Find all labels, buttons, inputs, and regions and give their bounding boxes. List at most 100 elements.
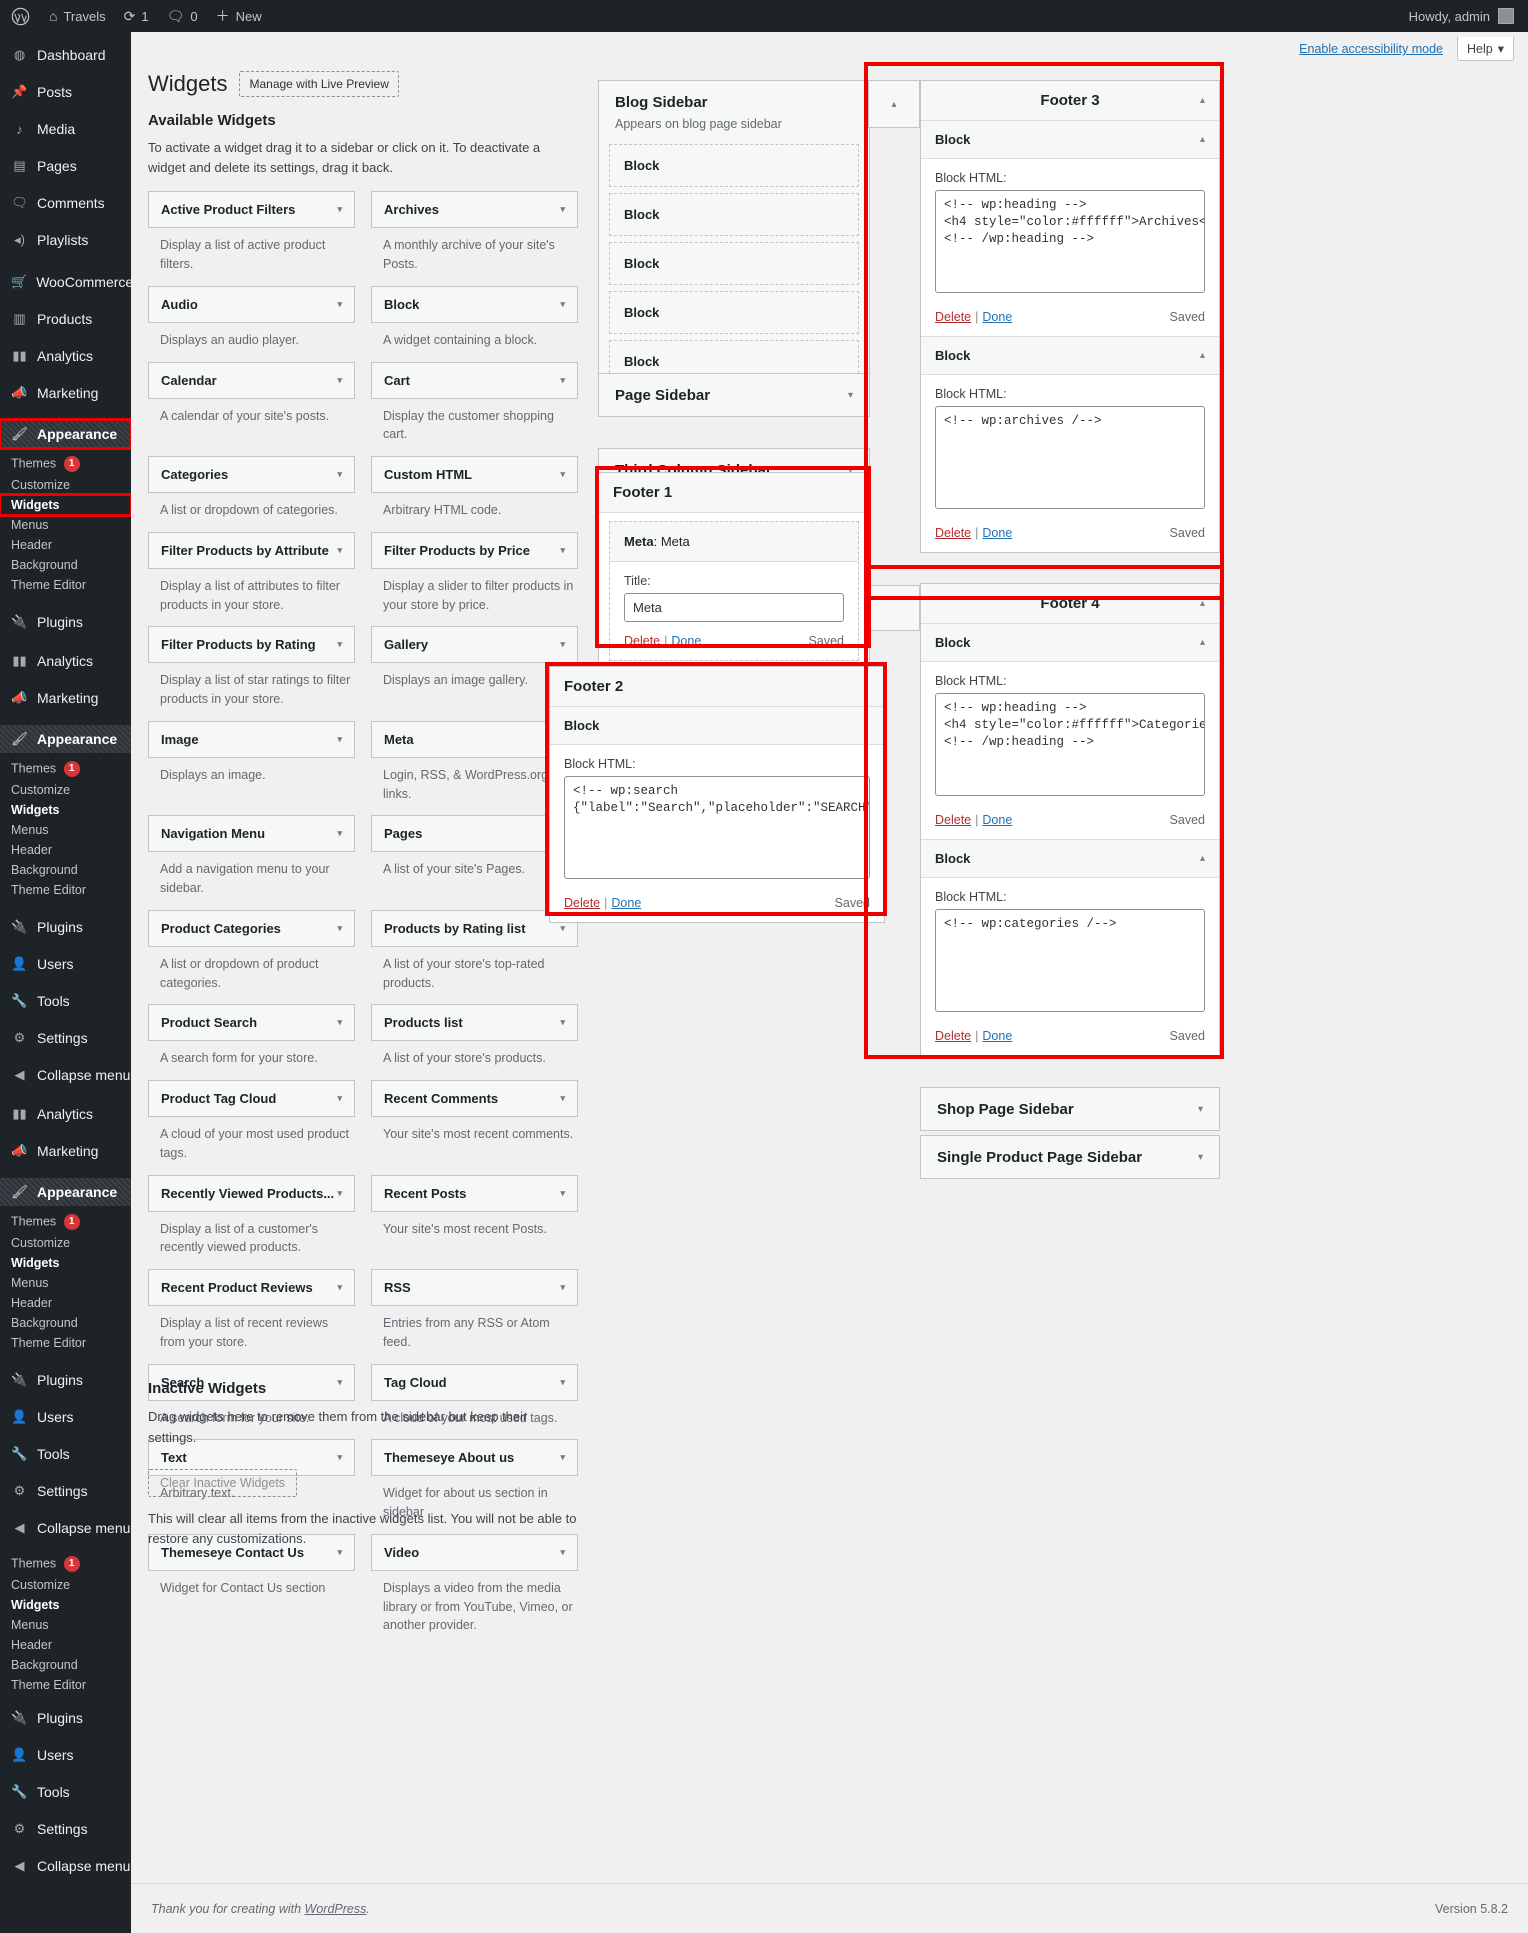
block-html-textarea[interactable] <box>935 693 1205 796</box>
sidebar-item-background-2[interactable]: Background <box>0 860 131 880</box>
available-widget-header[interactable]: Block ▾ <box>371 285 578 323</box>
sidebar-item-menus-4[interactable]: Menus <box>0 1615 131 1635</box>
sidebar-item-comments[interactable]: 🗨 Comments <box>0 189 131 217</box>
footer4-title-bar[interactable]: Footer 4 ▴ <box>921 584 1219 624</box>
sidebar-panel-footer-3[interactable]: Footer 3 ▴ Block ▴ Block HTML: Delete|Do… <box>920 80 1220 553</box>
available-widget-item[interactable]: Gallery ▾ Displays an image gallery. <box>371 626 578 719</box>
footer3-title-bar[interactable]: Footer 3 ▴ <box>921 81 1219 121</box>
sidebar-item-menus-3[interactable]: Menus <box>0 1273 131 1293</box>
sidebar-item-analytics[interactable]: ▮▮ Analytics <box>0 342 131 370</box>
sidebar-item-customize-4[interactable]: Customize <box>0 1575 131 1595</box>
sidebar-panel-footer-1[interactable]: Footer 1 Meta: Meta Title: Delete|Done S… <box>598 472 870 668</box>
account-menu[interactable]: Howdy, admin <box>1400 0 1528 32</box>
sidebar-item-customize-3[interactable]: Customize <box>0 1233 131 1253</box>
sidebar-item-users-4[interactable]: 👤 Users <box>0 1741 131 1769</box>
sidebar-panel-single-product[interactable]: Single Product Page Sidebar ▾ <box>920 1135 1220 1179</box>
footer3-block1-head[interactable]: Block ▴ <box>921 121 1219 159</box>
sidebar-item-theme-editor-4[interactable]: Theme Editor <box>0 1675 131 1695</box>
help-tab-button[interactable]: Help ▾ <box>1457 37 1514 61</box>
footer2-title-bar[interactable]: Footer 2 <box>550 667 884 707</box>
footer2-block-head[interactable]: Block <box>550 707 884 745</box>
delete-link[interactable]: Delete <box>935 526 971 540</box>
available-widget-item[interactable]: Pages▾ A list of your site's Pages. <box>371 815 578 908</box>
sidebar-item-posts[interactable]: 📌 Posts <box>0 78 131 106</box>
block-html-textarea[interactable] <box>935 909 1205 1012</box>
widget-block[interactable]: Block <box>609 144 859 187</box>
widget-block[interactable]: Block <box>609 193 859 236</box>
sidebar-item-menus-2[interactable]: Menus <box>0 820 131 840</box>
sidebar-item-woocommerce[interactable]: 🛒 WooCommerce <box>0 268 131 296</box>
sidebar-item-theme-editor[interactable]: Theme Editor <box>0 575 131 595</box>
sidebar-item-widgets-3[interactable]: Widgets <box>0 1253 131 1273</box>
sidebar-item-marketing-3[interactable]: 📣 Marketing <box>0 1137 131 1165</box>
sidebar-item-header-2[interactable]: Header <box>0 840 131 860</box>
wordpress-logo-icon[interactable] <box>0 0 40 32</box>
done-link[interactable]: Done <box>982 526 1012 540</box>
available-widget-item[interactable]: Themeseye Contact Us ▾ Widget for Contact … <box>148 1533 355 1645</box>
new-content-menu[interactable]: ＋ New <box>207 0 271 32</box>
clear-inactive-widgets-button[interactable]: Clear Inactive Widgets <box>148 1468 298 1497</box>
sidebar-panel-footer-2[interactable]: Footer 2 Block Block HTML: Delete|Done S… <box>549 666 885 923</box>
available-widget-item[interactable]: Filter Products by Attribute ▾ Display a l… <box>148 531 355 625</box>
available-widget-header[interactable]: Filter Products by Rating ▾ <box>148 626 355 664</box>
footer1-widget-head[interactable]: Meta: Meta <box>610 522 858 562</box>
available-widget-item[interactable]: Product Categories ▾ A list or dropdown of… <box>148 909 355 1003</box>
available-widget-header[interactable]: Product Tag Cloud ▾ <box>148 1080 355 1118</box>
available-widget-item[interactable]: Recent Posts ▾ Your site's most recent Pos… <box>371 1174 578 1268</box>
available-widget-header[interactable]: Active Product Filters ▾ <box>148 191 355 229</box>
delete-link[interactable]: Delete <box>564 896 600 910</box>
sidebar-panel-footer-4[interactable]: Footer 4 ▴ Block ▴ Block HTML: Delete|Do… <box>920 583 1220 1056</box>
sidebar-item-marketing[interactable]: 📣 Marketing <box>0 379 131 407</box>
sidebar-item-background-3[interactable]: Background <box>0 1313 131 1333</box>
done-link[interactable]: Done <box>982 310 1012 324</box>
sidebar-item-collapse-menu[interactable]: ◀ Collapse menu <box>0 1061 131 1089</box>
sidebar-item-analytics-3[interactable]: ▮▮ Analytics <box>0 1100 131 1128</box>
sidebar-panel-shop-page[interactable]: Shop Page Sidebar ▾ <box>920 1087 1220 1131</box>
widget-block[interactable]: Block <box>609 291 859 334</box>
available-widget-header[interactable]: Cart ▾ <box>371 361 578 399</box>
footer4-block1-head[interactable]: Block ▴ <box>921 624 1219 662</box>
done-link[interactable]: Done <box>982 1029 1012 1043</box>
available-widget-header[interactable]: Categories ▾ <box>148 456 355 494</box>
available-widget-item[interactable]: Active Product Filters ▾ Display a list of… <box>148 191 355 284</box>
available-widget-item[interactable]: Video ▾ Displays a video from the media li… <box>371 1533 578 1645</box>
footer3-block2-head[interactable]: Block ▴ <box>921 336 1219 375</box>
available-widget-item[interactable]: Products list ▾ A list of your store's pro… <box>371 1004 578 1078</box>
available-widget-header[interactable]: Custom HTML ▾ <box>371 456 578 494</box>
available-widget-header[interactable]: Products list ▾ <box>371 1004 578 1042</box>
available-widget-header[interactable]: Pages▾ <box>371 815 578 853</box>
admin-sidebar-menu[interactable]: ◍ Dashboard 📌 Posts ♪ Media ▤ Pages 🗨 Co… <box>0 32 131 1933</box>
sidebar-item-themes-2[interactable]: Themes 1 <box>0 758 131 780</box>
sidebar-item-settings-4[interactable]: ⚙ Settings <box>0 1815 131 1843</box>
site-name-menu[interactable]: ⌂ Travels <box>40 0 115 32</box>
sidebar-item-tools-3[interactable]: 🔧 Tools <box>0 1440 131 1468</box>
available-widget-item[interactable]: Block ▾ A widget containing a block. <box>371 285 578 360</box>
available-widget-item[interactable]: Recent Comments ▾ Your site's most recent … <box>371 1080 578 1173</box>
footer4-block2-head[interactable]: Block ▴ <box>921 839 1219 878</box>
sidebar-item-theme-editor-3[interactable]: Theme Editor <box>0 1333 131 1353</box>
sidebar-item-tools-4[interactable]: 🔧 Tools <box>0 1778 131 1806</box>
sidebar-item-pages[interactable]: ▤ Pages <box>0 152 131 180</box>
widget-block[interactable]: Block <box>609 242 859 285</box>
sidebar-item-users-3[interactable]: 👤 Users <box>0 1403 131 1431</box>
available-widget-item[interactable]: Image ▾ Displays an image. <box>148 720 355 814</box>
sidebar-item-plugins-4[interactable]: 🔌 Plugins <box>0 1704 131 1732</box>
block-html-textarea[interactable] <box>935 190 1205 293</box>
available-widget-header[interactable]: Gallery ▾ <box>371 626 578 664</box>
available-widget-item[interactable]: Products by Rating list ▾ A list of your s… <box>371 909 578 1003</box>
sidebar-item-themes-4[interactable]: Themes 1 <box>0 1553 131 1575</box>
sidebar-item-appearance-3[interactable]: 🖌 Appearance <box>0 1178 131 1206</box>
available-widget-header[interactable]: Products by Rating list ▾ <box>371 909 578 947</box>
sidebar-panel-blog[interactable]: Blog Sidebar Appears on blog page sideba… <box>598 80 870 398</box>
done-link[interactable]: Done <box>982 813 1012 827</box>
sidebar-item-settings[interactable]: ⚙ Settings <box>0 1024 131 1052</box>
available-widget-item[interactable]: Cart ▾ Display the customer shopping cart. <box>371 361 578 455</box>
sidebar-item-header-4[interactable]: Header <box>0 1635 131 1655</box>
sidebar-item-header[interactable]: Header <box>0 535 131 555</box>
sidebar-item-settings-3[interactable]: ⚙ Settings <box>0 1477 131 1505</box>
title-input[interactable] <box>624 593 844 622</box>
available-widget-item[interactable]: Audio ▾ Displays an audio player. <box>148 285 355 360</box>
available-widget-header[interactable]: Product Search ▾ <box>148 1004 355 1042</box>
available-widget-header[interactable]: Archives ▾ <box>371 191 578 229</box>
enable-accessibility-mode-link[interactable]: Enable accessibility mode <box>1299 42 1443 56</box>
